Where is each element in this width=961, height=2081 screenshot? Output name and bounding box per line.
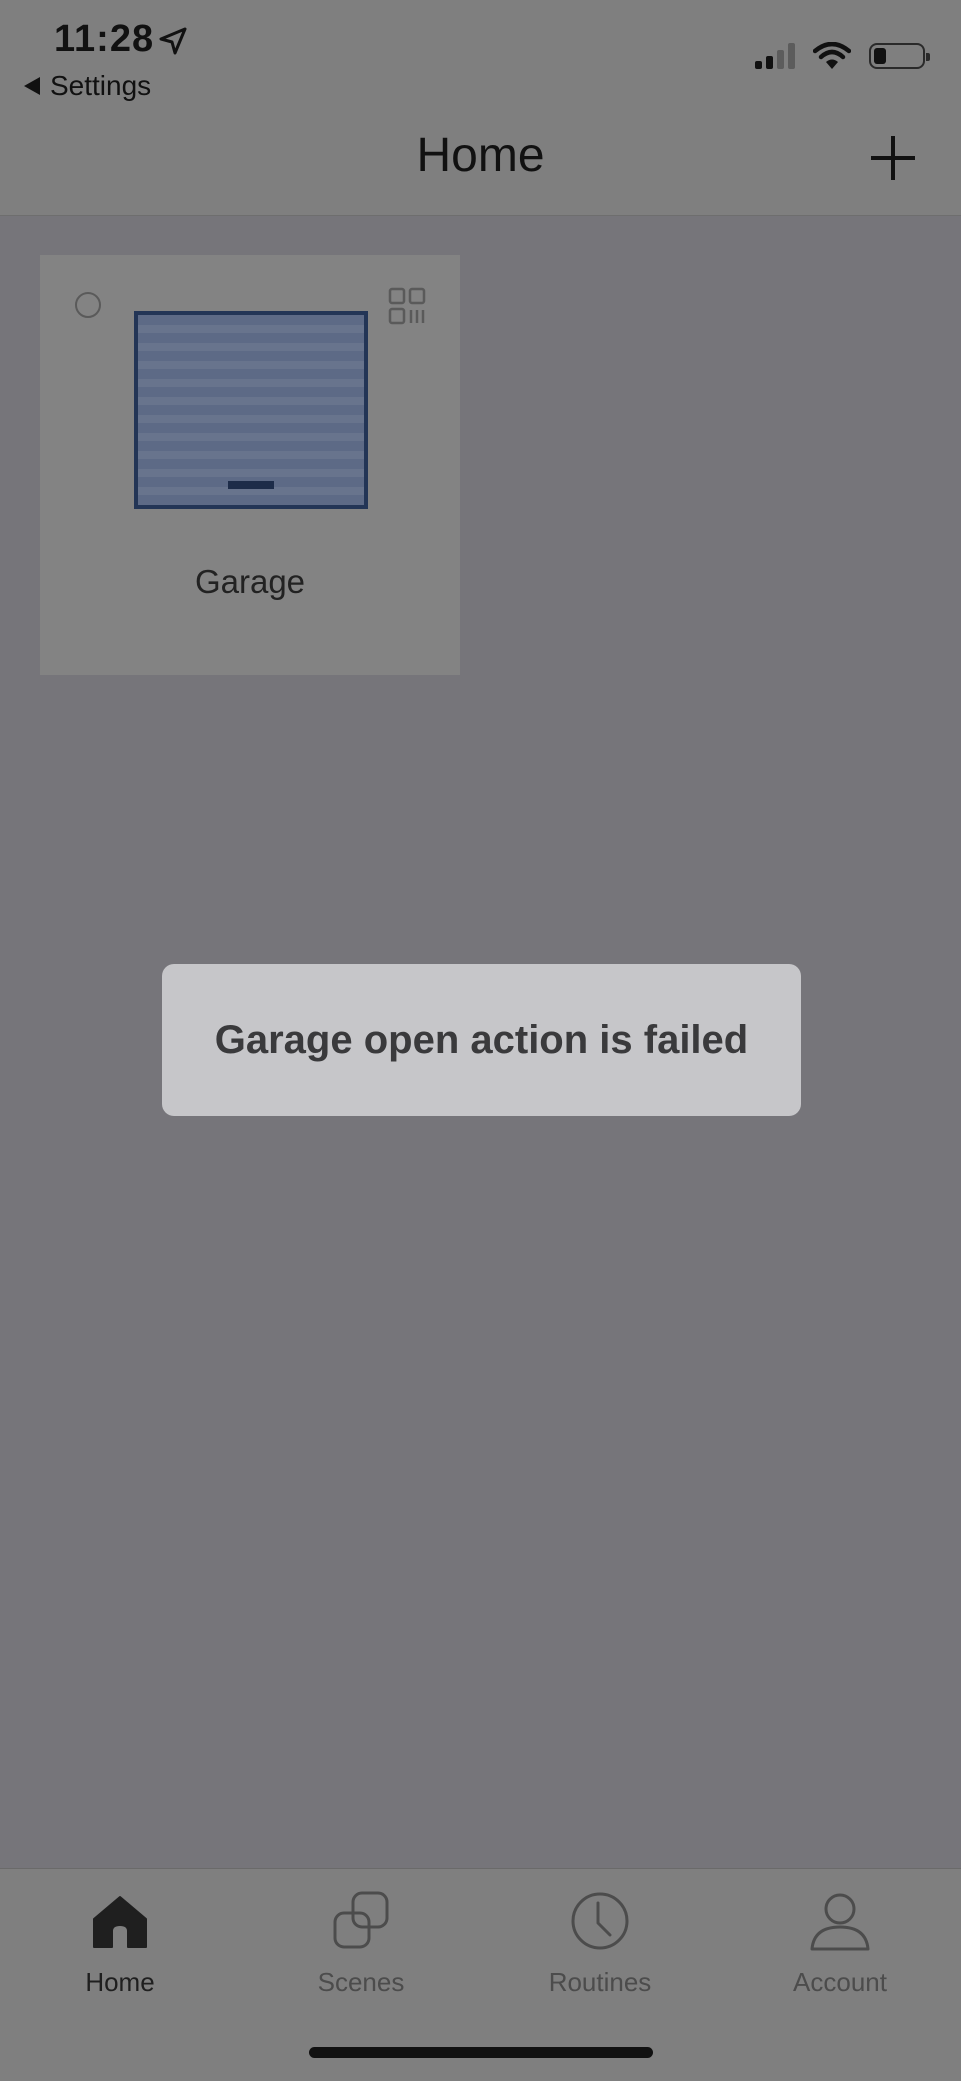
tab-scenes-label: Scenes <box>317 1967 405 1997</box>
tab-home[interactable]: Home <box>20 1889 220 2009</box>
tab-scenes[interactable]: Scenes <box>261 1889 461 2009</box>
toast-message: Garage open action is failed <box>214 1017 749 1062</box>
tab-home-label: Home <box>85 1967 155 1997</box>
tab-routines[interactable]: Routines <box>500 1889 700 2009</box>
device-card-garage[interactable]: Garage <box>40 255 460 675</box>
location-arrow-icon <box>159 27 187 55</box>
tab-routines-label: Routines <box>548 1967 652 1997</box>
status-indicators <box>755 42 930 70</box>
battery-icon <box>869 43 930 69</box>
home-indicator[interactable] <box>309 2047 653 2058</box>
device-select-radio[interactable] <box>75 292 101 318</box>
back-arrow-icon <box>24 77 40 95</box>
garage-door-icon <box>134 311 368 509</box>
status-time: 11:28 <box>54 18 155 60</box>
person-icon <box>810 1893 870 1951</box>
cellular-signal-icon <box>755 43 795 69</box>
tab-account-label: Account <box>793 1967 887 1997</box>
clock-icon <box>571 1892 629 1950</box>
qr-code-icon[interactable] <box>388 287 428 327</box>
wifi-icon <box>813 42 851 69</box>
device-label: Garage <box>194 563 306 600</box>
error-toast: Garage open action is failed <box>162 964 801 1116</box>
add-button[interactable] <box>869 134 917 182</box>
garage-door-handle <box>228 481 274 489</box>
tab-account[interactable]: Account <box>740 1889 940 2009</box>
top-bar: 11:28 Settings Home <box>0 0 961 216</box>
home-icon <box>93 1896 147 1948</box>
page-title: Home <box>416 129 545 182</box>
scenes-icon <box>333 1891 389 1949</box>
back-label: Settings <box>50 70 152 101</box>
back-to-settings-link[interactable]: Settings <box>24 70 151 102</box>
